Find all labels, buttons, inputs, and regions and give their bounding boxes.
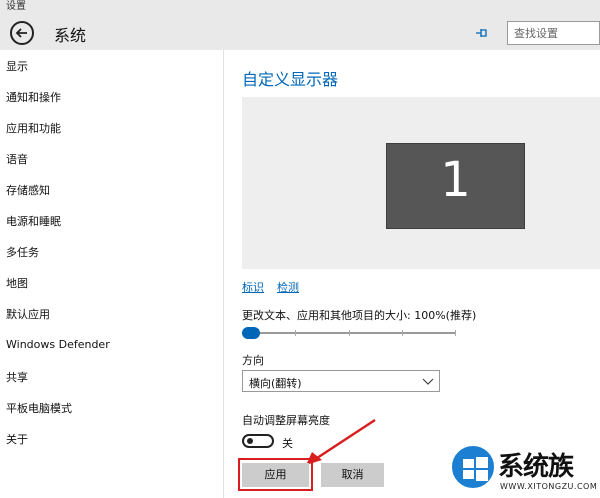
sidebar-item-display[interactable]: 显示 <box>6 58 28 74</box>
windows-logo-icon <box>450 444 496 490</box>
section-title: 自定义显示器 <box>242 70 339 89</box>
slider-tick <box>349 330 350 336</box>
watermark-text: 系统族 <box>498 452 574 482</box>
slider-tick <box>402 330 403 336</box>
scale-slider[interactable] <box>242 327 456 339</box>
page-title: 系统 <box>54 26 87 45</box>
watermark: 系统族 WWW.XITONGZU.COM <box>450 444 600 498</box>
sidebar: 显示 通知和操作 应用和功能 语音 存储感知 电源和睡眠 多任务 地图 默认应用… <box>0 50 224 498</box>
scale-label: 更改文本、应用和其他项目的大小: 100%(推荐) <box>242 309 477 322</box>
toggle-knob <box>247 438 253 444</box>
detect-link[interactable]: 检测 <box>277 279 299 295</box>
brightness-toggle[interactable] <box>242 434 274 448</box>
toggle-state-label: 关 <box>282 437 293 450</box>
sidebar-item-multitasking[interactable]: 多任务 <box>6 244 39 260</box>
sidebar-item-power[interactable]: 电源和睡眠 <box>6 213 61 229</box>
watermark-url: WWW.XITONGZU.COM <box>500 482 598 491</box>
sidebar-item-notifications[interactable]: 通知和操作 <box>6 89 61 105</box>
sidebar-item-maps[interactable]: 地图 <box>6 275 28 291</box>
sidebar-item-windows-defender[interactable]: Windows Defender <box>6 338 110 351</box>
apply-button[interactable]: 应用 <box>242 463 309 487</box>
monitor-number: 1 <box>440 152 471 208</box>
search-box[interactable] <box>507 21 600 45</box>
sidebar-item-storage[interactable]: 存储感知 <box>6 182 50 198</box>
pin-icon[interactable] <box>474 26 490 40</box>
chevron-down-icon <box>422 378 434 385</box>
identify-link[interactable]: 标识 <box>242 279 264 295</box>
slider-tick <box>295 330 296 336</box>
sidebar-item-about[interactable]: 关于 <box>6 431 28 447</box>
header: 系统 <box>0 14 600 50</box>
sidebar-item-tablet-mode[interactable]: 平板电脑模式 <box>6 400 72 416</box>
slider-thumb[interactable] <box>242 327 260 339</box>
monitor-tile[interactable]: 1 <box>386 143 525 229</box>
window-titlebar: 设置 <box>0 0 600 14</box>
slider-tick <box>455 330 456 336</box>
display-preview: 1 <box>242 97 600 269</box>
back-arrow-icon <box>15 28 27 38</box>
orientation-dropdown[interactable]: 横向(翻转) <box>242 370 440 392</box>
window-title: 设置 <box>6 1 26 12</box>
sidebar-item-sharing[interactable]: 共享 <box>6 369 28 385</box>
sidebar-item-apps[interactable]: 应用和功能 <box>6 120 61 136</box>
search-input[interactable] <box>508 22 599 45</box>
sidebar-item-default-apps[interactable]: 默认应用 <box>6 306 50 322</box>
cancel-button[interactable]: 取消 <box>321 463 384 487</box>
back-button[interactable] <box>10 21 34 45</box>
orientation-label: 方向 <box>242 354 264 367</box>
orientation-value: 横向(翻转) <box>249 377 302 390</box>
sidebar-item-speech[interactable]: 语音 <box>6 151 28 167</box>
